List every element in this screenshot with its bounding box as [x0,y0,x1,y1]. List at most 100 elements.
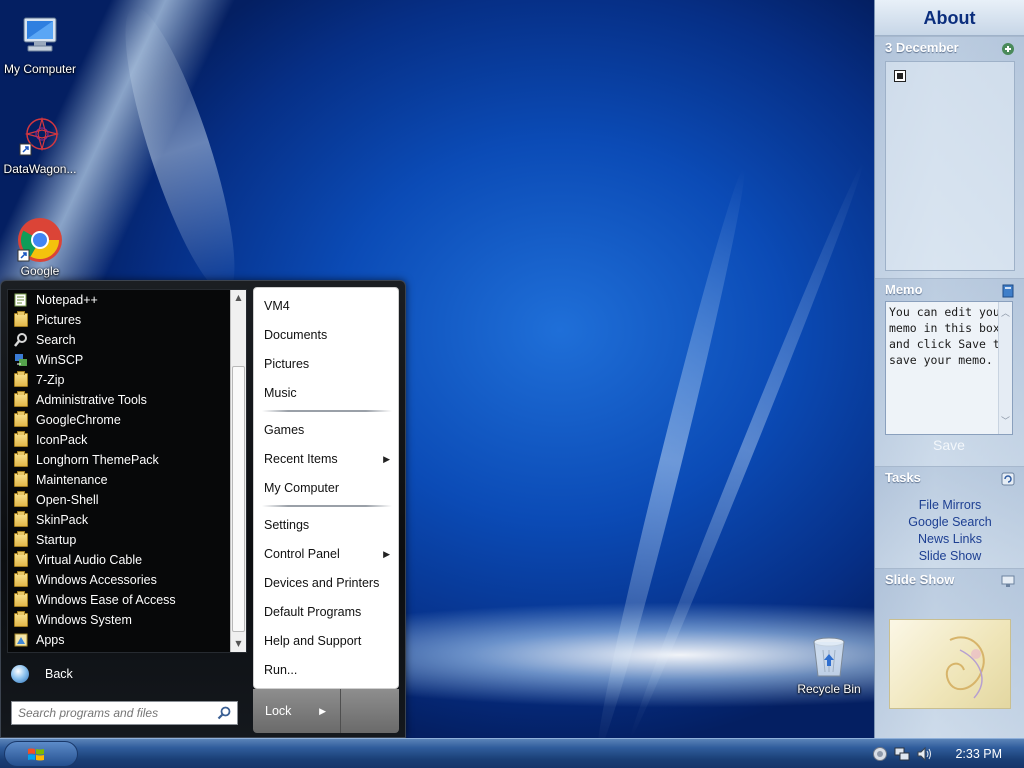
memo-title: Memo [875,279,1024,301]
desktop-icon-my-computer[interactable]: My Computer [0,14,80,76]
slideshow-title-label: Slide Show [885,572,955,587]
my-computer-icon [16,14,64,60]
program-open-shell[interactable]: Open-Shell [8,490,230,510]
program-search[interactable]: Search [8,330,230,350]
program-7-zip[interactable]: 7-Zip [8,370,230,390]
slideshow-monitor-icon[interactable] [1001,573,1015,587]
search-programs-box[interactable] [11,701,238,725]
program-label: Windows Ease of Access [36,593,176,607]
program-apps[interactable]: Apps [8,630,230,650]
program-windows-accessories[interactable]: Windows Accessories [8,570,230,590]
desktop-icon-google[interactable]: Google [0,216,80,278]
rp-item-help-and-support[interactable]: Help and Support [254,627,400,655]
start-button[interactable] [4,741,78,767]
program-label: Longhorn ThemePack [36,453,159,467]
folder-icon [14,531,28,547]
memo-notebook-icon[interactable] [1001,283,1015,298]
apps-icon [14,633,28,647]
memo-scrollbar[interactable]: ︿ ﹀ [998,302,1012,434]
task-link-file-mirrors[interactable]: File Mirrors [875,497,1024,514]
rp-label: Help and Support [264,634,362,648]
desktop-icon-recycle-bin[interactable]: Recycle Bin [789,634,869,696]
program-label: Pictures [36,313,82,327]
task-link-news-links[interactable]: News Links [875,531,1024,548]
rp-label: Default Programs [264,605,362,619]
back-arrow-icon [11,665,29,683]
rp-item-my-computer[interactable]: My Computer [254,474,400,502]
notes-add-icon[interactable] [1001,41,1015,55]
program-label: Startup [36,533,77,547]
recycle-bin-icon [805,634,853,680]
scroll-up-icon[interactable]: ▲ [231,290,246,306]
rp-item-documents[interactable]: Documents [254,321,400,349]
notes-area[interactable] [885,61,1015,271]
rp-label: Music [264,386,297,400]
rp-item-games[interactable]: Games [254,416,400,444]
task-link-slide-show[interactable]: Slide Show [875,548,1024,565]
desktop-icon-label: Google [20,264,60,278]
rp-item-recent-items[interactable]: Recent Items ▶ [254,445,400,473]
rp-item-default-programs[interactable]: Default Programs [254,598,400,626]
tasks-title: Tasks [875,467,1024,489]
program-windows-ease-of-access[interactable]: Windows Ease of Access [8,590,230,610]
volume-icon[interactable] [916,746,932,762]
task-link-google-search[interactable]: Google Search [875,514,1024,531]
program-pictures[interactable]: Pictures [8,310,230,330]
program-startup[interactable]: Startup [8,530,230,550]
memo-save-button[interactable]: Save [885,437,1013,453]
rp-item-pictures[interactable]: Pictures [254,350,400,378]
memo-textarea[interactable]: You can edit your memo in this box and c… [885,301,1013,435]
search-icon [14,333,28,347]
scroll-down-icon[interactable]: ﹀ [1001,414,1010,430]
program-notepad-plus-plus[interactable]: Notepad++ [8,290,230,310]
rp-item-control-panel[interactable]: Control Panel ▶ [254,540,400,568]
program-label: Windows Accessories [36,573,157,587]
rp-item-vm4[interactable]: VM4 [254,292,400,320]
network-icon[interactable] [894,746,910,762]
program-label: SkinPack [36,513,89,527]
lock-options-arrow-icon[interactable]: ▶ [319,689,326,733]
lock-button[interactable]: Lock ▶ [253,689,341,733]
search-icon[interactable] [217,706,231,720]
program-label: GoogleChrome [36,413,121,427]
google-chrome-icon [16,216,64,262]
slideshow-image[interactable] [889,619,1011,709]
slideshow-gadget: Slide Show [875,568,1024,738]
program-iconpack[interactable]: IconPack [8,430,230,450]
back-button[interactable]: Back [7,663,247,685]
program-skinpack[interactable]: SkinPack [8,510,230,530]
program-maintenance[interactable]: Maintenance [8,470,230,490]
rp-item-music[interactable]: Music [254,379,400,407]
show-hidden-icons-icon[interactable] [872,746,888,762]
desktop-icon-datawagon[interactable]: DataWagon... [0,114,80,176]
scroll-up-icon[interactable]: ︿ [1001,306,1010,322]
separator [262,505,392,507]
programs-scrollbar[interactable]: ▲ ▼ [230,290,246,652]
taskbar-clock[interactable]: 2:33 PM [955,739,1002,768]
memo-text: You can edit your memo in this box and c… [889,305,1007,367]
rp-item-run[interactable]: Run... [254,656,400,684]
desktop-icon-label: My Computer [3,62,77,76]
sidebar-about-title[interactable]: About [875,0,1024,36]
rp-item-devices-and-printers[interactable]: Devices and Printers [254,569,400,597]
rp-label: VM4 [264,299,290,313]
start-menu-right-pane: VM4 Documents Pictures Music Games Recen… [253,287,399,689]
separator [262,410,392,412]
note-checkbox-icon[interactable] [894,70,906,82]
program-longhorn-themepack[interactable]: Longhorn ThemePack [8,450,230,470]
wallpaper-streak [105,0,255,302]
scrollbar-thumb[interactable] [232,366,245,632]
rp-item-settings[interactable]: Settings [254,511,400,539]
search-programs-input[interactable] [12,702,212,724]
program-winscp[interactable]: WinSCP [8,350,230,370]
notes-date-label: 3 December [885,40,959,55]
program-administrative-tools[interactable]: Administrative Tools [8,390,230,410]
scroll-down-icon[interactable]: ▼ [231,636,246,652]
folder-icon [14,611,28,627]
rp-label: My Computer [264,481,340,495]
notes-date: 3 December [875,37,1024,59]
program-virtual-audio-cable[interactable]: Virtual Audio Cable [8,550,230,570]
tasks-refresh-icon[interactable] [1001,471,1015,486]
program-googlechrome[interactable]: GoogleChrome [8,410,230,430]
program-windows-system[interactable]: Windows System [8,610,230,630]
